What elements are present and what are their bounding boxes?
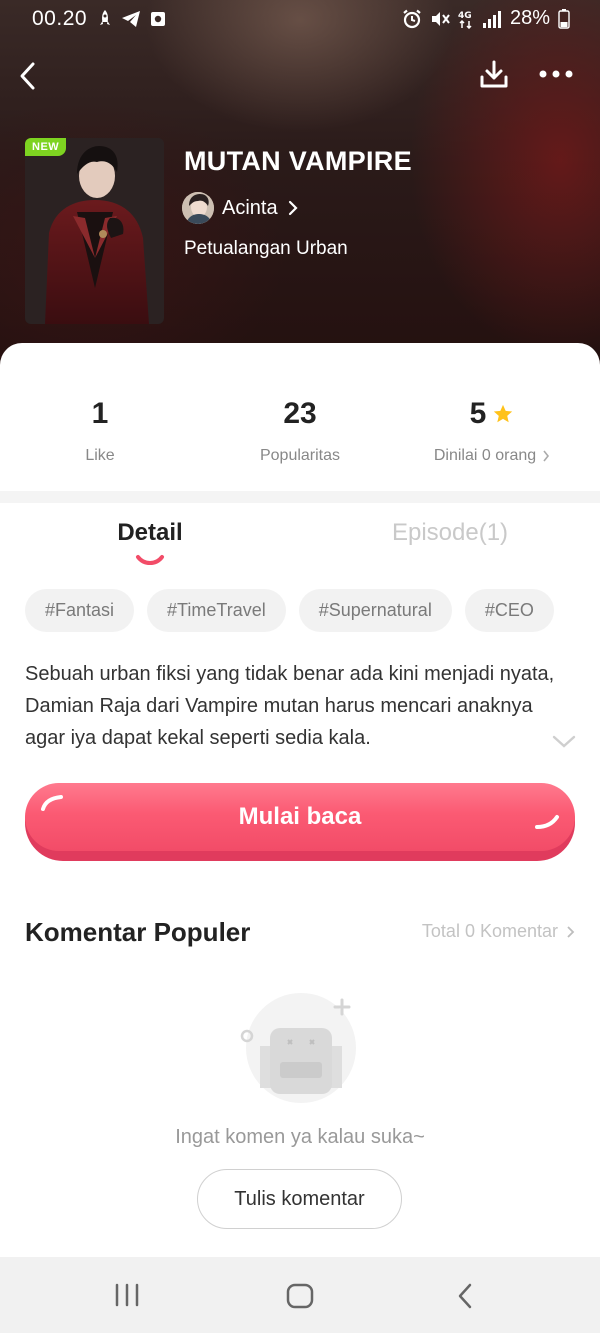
active-tab-indicator: [136, 555, 164, 565]
tag-chip[interactable]: #TimeTravel: [147, 589, 286, 632]
comments-header: Komentar Populer Total 0 Komentar: [25, 913, 575, 953]
tag-list: #Fantasi #TimeTravel #Supernatural #CEO: [25, 589, 554, 632]
empty-comments-text: Ingat komen ya kalau suka~: [175, 1126, 425, 1148]
star-icon: [494, 404, 513, 423]
chevron-left-icon: [20, 62, 35, 90]
popularity-label: Popularitas: [259, 447, 341, 464]
author-avatar: [182, 192, 214, 224]
chevron-right-icon: [543, 450, 550, 462]
empty-comments-illustration: [240, 993, 356, 1103]
status-bar: 00.20 4G 28%: [0, 0, 600, 40]
start-reading-label: Mulai baca: [238, 803, 362, 830]
rating-value: 5: [469, 397, 487, 430]
tab-episode[interactable]: Episode(1): [370, 519, 530, 547]
recent-apps-icon: [115, 1283, 139, 1307]
alarm-icon: [403, 9, 421, 28]
top-nav: [0, 50, 600, 100]
rating-label-row: Dinilai 0 orang: [392, 447, 592, 465]
download-button[interactable]: [474, 54, 514, 94]
chevron-right-icon: [288, 200, 298, 216]
back-button[interactable]: [8, 56, 48, 96]
comments-title: Komentar Populer: [25, 917, 251, 947]
tab-detail[interactable]: Detail: [100, 519, 200, 547]
more-options-button[interactable]: [536, 54, 576, 94]
like-count: 1: [91, 397, 109, 430]
stat-rating[interactable]: 5 Dinilai 0 orang: [392, 397, 592, 465]
back-arrow-icon: [458, 1283, 472, 1309]
battery-icon: [558, 8, 570, 29]
rating-count-label: Dinilai 0 orang: [433, 447, 537, 464]
tag-chip[interactable]: #Fantasi: [25, 589, 135, 632]
stat-popularity: 23 Popularitas: [200, 397, 400, 465]
status-left-icons: [98, 9, 166, 29]
rocket-icon: [100, 10, 110, 25]
mute-icon: [431, 11, 450, 26]
button-gloss-left: [41, 795, 63, 811]
author-name: Acinta: [222, 196, 278, 219]
signal-icon: [482, 10, 501, 28]
like-label: Like: [85, 447, 115, 464]
avatar-image: [182, 192, 214, 224]
status-time: 00.20: [32, 7, 88, 30]
comments-total-link[interactable]: Total 0 Komentar: [422, 921, 575, 942]
detail-sheet: 1 Like 23 Popularitas 5 Dinilai 0 orang …: [0, 343, 600, 1257]
system-back-button[interactable]: [456, 1283, 474, 1314]
write-comment-button[interactable]: Tulis komentar: [197, 1169, 402, 1229]
tag-chip[interactable]: #Supernatural: [298, 589, 452, 632]
4g-data-icon: 4G: [458, 11, 472, 29]
home-icon: [286, 1283, 314, 1309]
button-gloss-right: [535, 815, 559, 829]
tag-chip[interactable]: #CEO: [464, 589, 554, 632]
camera-notification-icon: [151, 12, 165, 26]
start-reading-face: Mulai baca: [25, 783, 575, 851]
stat-like: 1 Like: [0, 397, 200, 465]
comments-total-label: Total 0 Komentar: [421, 921, 558, 941]
book-title: MUTAN VAMPIRE: [184, 146, 412, 176]
download-icon: [480, 60, 508, 88]
book-genre: Petualangan Urban: [184, 238, 348, 259]
battery-percentage: 28%: [509, 7, 550, 29]
system-nav-bar: [0, 1257, 600, 1333]
chevron-down-icon: [552, 735, 576, 748]
popularity-count: 23: [283, 397, 317, 430]
more-horizontal-icon: [539, 70, 573, 78]
start-reading-button[interactable]: Mulai baca: [25, 783, 575, 861]
section-divider: [0, 491, 600, 503]
svg-text:4G: 4G: [458, 11, 472, 21]
recent-apps-button[interactable]: [114, 1283, 140, 1312]
book-cover[interactable]: NEW: [25, 138, 164, 324]
book-stats: 1 Like 23 Popularitas 5 Dinilai 0 orang: [0, 343, 600, 491]
home-button[interactable]: [286, 1283, 314, 1314]
book-hero-header: 00.20 4G 28% NEW MUTAN VAMPIRE Acinta Pe…: [0, 0, 600, 370]
rating-row: 5: [392, 397, 592, 431]
new-badge: NEW: [25, 138, 67, 156]
author-link[interactable]: Acinta: [182, 192, 298, 224]
chevron-right-icon: [567, 925, 575, 938]
cover-illustration: [25, 138, 164, 324]
telegram-icon: [122, 11, 140, 27]
synopsis-text: Sebuah urban fiksi yang tidak benar ada …: [25, 663, 555, 749]
status-right-icons: 4G 28%: [402, 7, 570, 30]
tab-bar: Detail Episode(1): [0, 513, 600, 573]
expand-synopsis-button[interactable]: [552, 735, 576, 754]
